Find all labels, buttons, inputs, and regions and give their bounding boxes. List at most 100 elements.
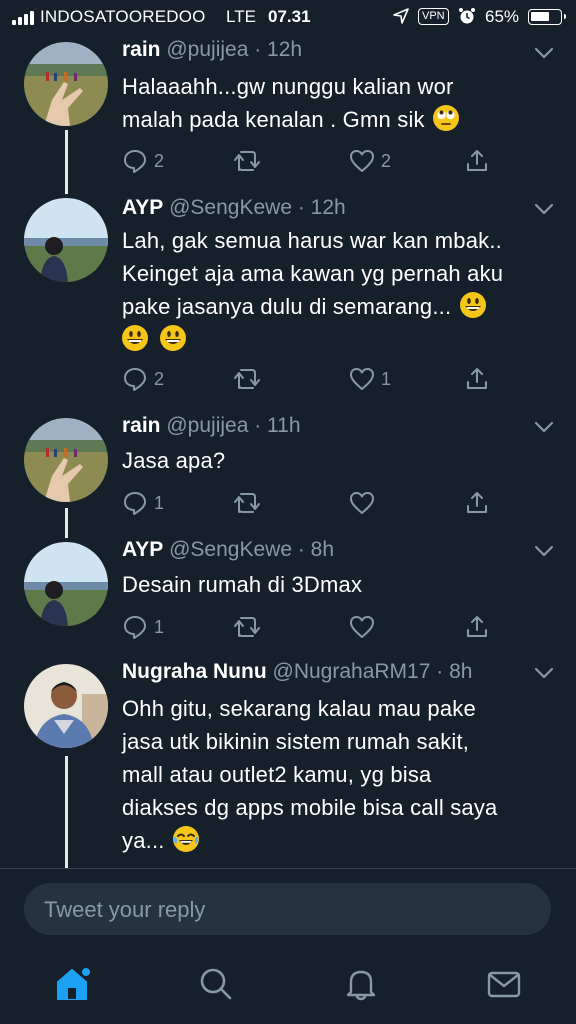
battery-icon	[528, 9, 566, 25]
chevron-down-icon[interactable]	[534, 46, 554, 60]
chevron-down-icon[interactable]	[534, 544, 554, 558]
tweet-header: Nugraha Nunu @NugrahaRM17 · 8h	[122, 660, 472, 684]
tweet[interactable]: AYP @SengKewe · 8h Desain rumah di 3Dmax…	[0, 538, 576, 660]
like-button[interactable]	[349, 490, 381, 516]
thread-connector-line	[65, 508, 68, 538]
tweet[interactable]: rain @pujijea · 11h Jasa apa? 1	[0, 414, 576, 538]
reply-button[interactable]: 1	[122, 490, 164, 516]
avatar[interactable]	[24, 42, 108, 126]
retweet-button[interactable]	[232, 148, 262, 174]
reply-icon	[124, 616, 146, 639]
reply-count: 1	[154, 616, 165, 637]
reply-count: 2	[154, 368, 165, 389]
display-name[interactable]: Nugraha Nunu	[122, 660, 267, 683]
like-button[interactable]: 2	[349, 148, 391, 174]
heart-icon	[350, 492, 374, 514]
heart-icon	[350, 150, 374, 172]
tweet-text: Ohh gitu, sekarang kalau mau pake jasa u…	[122, 696, 498, 853]
retweet-button[interactable]	[232, 490, 262, 516]
tweet-actions: 1	[122, 614, 502, 642]
tweet-text: Halaaahh...gw nunggu kalian wor malah pa…	[122, 70, 552, 136]
display-name[interactable]: rain	[122, 414, 161, 437]
grinning-face-emoji	[122, 325, 148, 351]
chevron-down-icon[interactable]	[534, 420, 554, 434]
grinning-face-emoji	[160, 325, 187, 351]
tweet-header: AYP @SengKewe · 8h	[122, 538, 334, 562]
share-button[interactable]	[464, 490, 490, 516]
like-button[interactable]	[349, 614, 381, 640]
tweet-text: Desain rumah di 3Dmax	[122, 572, 363, 597]
tweet-time[interactable]: · 12h	[298, 196, 346, 219]
display-name[interactable]: rain	[122, 38, 161, 61]
tweet-header: AYP @SengKewe · 12h	[122, 196, 346, 220]
share-icon	[467, 616, 487, 637]
carrier-name: INDOSATOOREDOO	[40, 7, 206, 26]
tweet-actions: 1	[122, 490, 502, 518]
clock: 07.31	[268, 7, 311, 26]
tweet-actions: 2 2	[122, 148, 502, 176]
signal-strength-icon	[12, 11, 34, 25]
reply-icon	[124, 492, 146, 515]
user-handle[interactable]: @pujijea	[166, 38, 248, 61]
reply-icon	[124, 368, 146, 391]
tweet[interactable]: rain @pujijea · 12h Halaaahh...gw nunggu…	[0, 34, 576, 194]
tweet-text: Jasa apa?	[122, 448, 226, 473]
status-bar: INDOSATOOREDOO LTE 07.31 VPN 65%	[0, 0, 576, 34]
avatar[interactable]	[24, 418, 108, 502]
chevron-down-icon[interactable]	[534, 202, 554, 216]
like-button[interactable]: 1	[349, 366, 391, 392]
share-button[interactable]	[464, 366, 490, 392]
tab-messages[interactable]	[486, 966, 522, 1007]
retweet-icon	[234, 369, 260, 389]
location-arrow-icon	[393, 8, 409, 29]
reply-button[interactable]: 1	[122, 614, 164, 640]
alarm-clock-icon	[458, 7, 476, 30]
reply-input[interactable]: Tweet your reply	[24, 883, 551, 935]
user-handle[interactable]: @SengKewe	[169, 538, 292, 561]
heart-icon	[350, 616, 374, 638]
tweet-time[interactable]: · 8h	[298, 538, 334, 561]
tweet-text: Lah, gak semua harus war kan mbak.. Kein…	[122, 224, 552, 356]
grinning-face-emoji	[459, 292, 486, 318]
reply-button[interactable]: 2	[122, 366, 164, 392]
network-type: LTE	[226, 7, 256, 26]
notifications-bell-icon	[346, 970, 376, 1001]
heart-icon	[350, 368, 374, 390]
bottom-tab-bar	[0, 946, 576, 1024]
tab-notifications[interactable]	[343, 966, 379, 1007]
tweet-header: rain @pujijea · 12h	[122, 38, 302, 62]
reply-count: 2	[154, 150, 165, 171]
avatar[interactable]	[24, 664, 108, 748]
user-handle[interactable]: @NugrahaRM17	[273, 660, 431, 683]
share-button[interactable]	[464, 614, 490, 640]
retweet-button[interactable]	[232, 366, 262, 392]
retweet-button[interactable]	[232, 614, 262, 640]
tab-search[interactable]	[198, 966, 234, 1007]
share-icon	[467, 368, 487, 389]
retweet-icon	[234, 493, 260, 513]
tab-home[interactable]	[54, 966, 92, 1007]
reply-button[interactable]: 2	[122, 148, 164, 174]
display-name[interactable]: AYP	[122, 196, 163, 219]
vpn-badge: VPN	[418, 8, 449, 25]
home-icon	[57, 968, 90, 1000]
tweet[interactable]: Nugraha Nunu @NugrahaRM17 · 8h Ohh gitu,…	[0, 660, 576, 868]
reply-composer-bar: Tweet your reply	[0, 868, 576, 947]
avatar[interactable]	[24, 542, 108, 626]
share-button[interactable]	[464, 148, 490, 174]
chevron-down-icon[interactable]	[534, 666, 554, 680]
user-handle[interactable]: @pujijea	[166, 414, 248, 437]
tweet[interactable]: AYP @SengKewe · 12h Lah, gak semua harus…	[0, 194, 576, 414]
avatar[interactable]	[24, 198, 108, 282]
like-count: 2	[381, 150, 392, 171]
face-with-tears-of-joy-emoji	[172, 826, 199, 852]
tweet-time[interactable]: · 12h	[254, 38, 302, 61]
user-handle[interactable]: @SengKewe	[169, 196, 292, 219]
share-icon	[467, 492, 487, 513]
reply-placeholder: Tweet your reply	[44, 897, 206, 922]
display-name[interactable]: AYP	[122, 538, 163, 561]
messages-envelope-icon	[487, 971, 521, 998]
tweet-time[interactable]: · 8h	[436, 660, 472, 683]
tweet-time[interactable]: · 11h	[254, 414, 300, 437]
thread-connector-line	[65, 130, 68, 194]
